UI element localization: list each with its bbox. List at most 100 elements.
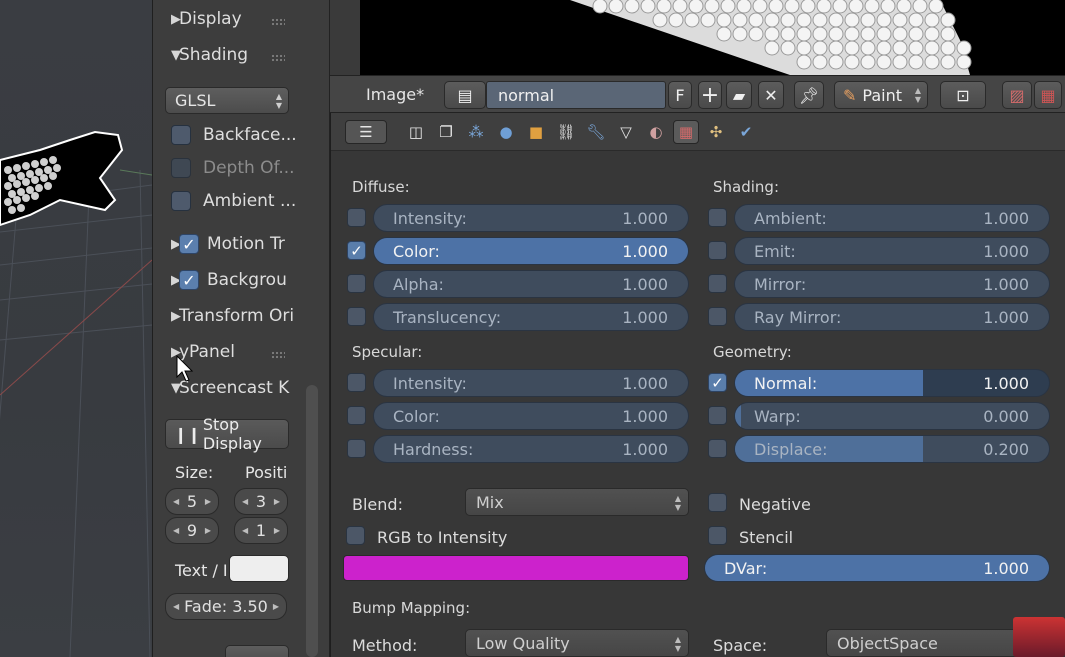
tab-texture[interactable]: ▦ [673, 120, 699, 144]
position-x-spinner[interactable]: ◀ 3 ▶ [234, 488, 288, 515]
rgb-to-intensity-checkbox[interactable] [346, 526, 365, 545]
tab-data[interactable]: ▽ [613, 120, 639, 144]
backface-option[interactable]: Backface... [153, 120, 329, 150]
increment-arrow-icon[interactable]: ▶ [205, 497, 211, 506]
blend-mode-dropdown[interactable]: Mix ▲ ▼ [465, 488, 689, 516]
fade-spinner[interactable]: ◀ Fade: 3.50 ▶ [165, 593, 287, 620]
add-texture-button[interactable]: + [698, 81, 722, 109]
pivot-icon: ⊡ [956, 85, 970, 105]
shading-3-checkbox[interactable] [708, 307, 727, 326]
text-color-swatch[interactable] [229, 555, 289, 582]
decrement-arrow-icon[interactable]: ◀ [242, 497, 248, 506]
tab-render[interactable]: ◫ [403, 120, 429, 144]
diffuse-slider[interactable]: Translucency: 1.000 [373, 303, 689, 331]
text-color-label: Text / I [175, 561, 228, 580]
depth-of-field-option[interactable]: Depth Of... [153, 153, 329, 183]
diffuse-slider[interactable]: Intensity: 1.000 [373, 204, 689, 232]
paint-mode-dropdown[interactable]: ✎ Paint ▲ ▼ [834, 81, 928, 109]
geometry-1-checkbox[interactable] [708, 406, 727, 425]
decrement-arrow-icon[interactable]: ◀ [173, 526, 179, 535]
increment-arrow-icon[interactable]: ▶ [274, 497, 280, 506]
diffuse-0-checkbox[interactable] [347, 208, 366, 227]
alpha-channel-button[interactable]: ▦ [1034, 81, 1062, 109]
decrement-arrow-icon[interactable]: ◀ [173, 497, 179, 506]
shading-slider[interactable]: Emit: 1.000 [734, 237, 1050, 265]
open-folder-button[interactable]: ▰ [726, 81, 752, 109]
specular-slider[interactable]: Intensity: 1.000 [373, 369, 689, 397]
dvar-slider[interactable]: DVar: 1.000 [704, 554, 1050, 582]
panel-motion-trail[interactable]: ▶ ✓ Motion Tr [153, 229, 329, 259]
3d-viewport[interactable] [0, 0, 152, 657]
geometry-slider[interactable]: Normal: 1.000 [734, 369, 1050, 397]
diffuse-3-checkbox[interactable] [347, 307, 366, 326]
fake-user-button[interactable]: F [668, 81, 692, 109]
texture-name-field[interactable]: normal [486, 81, 666, 109]
tab-particles[interactable]: ✣ [703, 120, 729, 144]
increment-arrow-icon[interactable]: ▶ [273, 602, 279, 611]
pivot-dropdown[interactable]: ⊡ [940, 81, 986, 109]
diffuse-slider[interactable]: Color: 1.000 [373, 237, 689, 265]
tab-object[interactable]: ■ [523, 120, 549, 144]
tab-modifiers[interactable]: 🔧︎ [583, 120, 609, 144]
shading-slider[interactable]: Ray Mirror: 1.000 [734, 303, 1050, 331]
decrement-arrow-icon[interactable]: ◀ [173, 602, 179, 611]
slider-value: 1.000 [622, 374, 668, 393]
stop-display-button[interactable]: ❙❙ Stop Display [165, 415, 289, 453]
bump-method-dropdown[interactable]: Low Quality ▲ ▼ [465, 629, 689, 657]
tab-material[interactable]: ◐ [643, 120, 669, 144]
backface-checkbox[interactable] [171, 125, 191, 145]
size-x-spinner[interactable]: ◀ 5 ▶ [165, 488, 219, 515]
shading-slider[interactable]: Mirror: 1.000 [734, 270, 1050, 298]
editor-type-button[interactable]: ☰ [345, 120, 387, 144]
shading-2-checkbox[interactable] [708, 274, 727, 293]
specular-1-checkbox[interactable] [347, 406, 366, 425]
specular-slider[interactable]: Color: 1.000 [373, 402, 689, 430]
mode-dropdown[interactable] [225, 645, 289, 657]
shading-mode-dropdown[interactable]: GLSL ▲ ▼ [165, 87, 289, 114]
unlink-texture-button[interactable]: ✕ [758, 81, 784, 109]
specular-0-checkbox[interactable] [347, 373, 366, 392]
panel-display[interactable]: ▶ Display [153, 4, 329, 34]
texture-browse-button[interactable]: ▤ [444, 81, 486, 109]
increment-arrow-icon[interactable]: ▶ [205, 526, 211, 535]
decrement-arrow-icon[interactable]: ◀ [242, 526, 248, 535]
blend-color-swatch[interactable] [343, 555, 689, 581]
increment-arrow-icon[interactable]: ▶ [274, 526, 280, 535]
panel-background-images[interactable]: ▶ ✓ Backgrou [153, 265, 329, 295]
drag-grip-icon[interactable] [271, 351, 285, 359]
tab-render-layers[interactable]: ❐ [433, 120, 459, 144]
shading-0-checkbox[interactable] [708, 208, 727, 227]
position-y-spinner[interactable]: ◀ 1 ▶ [234, 517, 288, 544]
specular-2-checkbox[interactable] [347, 439, 366, 458]
panel-transform-orientations[interactable]: ▶ Transform Ori [153, 301, 329, 331]
panel-shading[interactable]: ▼ Shading [153, 40, 329, 70]
ambient-occlusion-checkbox[interactable] [171, 191, 191, 211]
size-y-spinner[interactable]: ◀ 9 ▶ [165, 517, 219, 544]
tab-physics[interactable]: ✔︎ [733, 120, 759, 144]
diffuse-slider[interactable]: Alpha: 1.000 [373, 270, 689, 298]
geometry-slider[interactable]: Warp: 0.000 [734, 402, 1050, 430]
specular-slider[interactable]: Hardness: 1.000 [373, 435, 689, 463]
draw-channels-button[interactable]: ▨ [1002, 81, 1032, 109]
tab-scene[interactable]: ⁂ [463, 120, 489, 144]
diffuse-1-checkbox[interactable]: ✓ [347, 241, 366, 260]
ambient-occlusion-option[interactable]: Ambient ... [153, 186, 329, 216]
depth-of-field-checkbox[interactable] [171, 158, 191, 178]
tab-world[interactable]: ● [493, 120, 519, 144]
tab-constraints[interactable]: ⛓︎ [553, 120, 579, 144]
geometry-0-checkbox[interactable]: ✓ [708, 373, 727, 392]
background-images-checkbox[interactable]: ✓ [179, 270, 199, 290]
drag-grip-icon[interactable] [271, 54, 285, 62]
pin-button[interactable]: 📌︎ [794, 81, 824, 109]
diffuse-2-checkbox[interactable] [347, 274, 366, 293]
tool-shelf-scrollbar[interactable] [306, 385, 318, 657]
drag-grip-icon[interactable] [271, 18, 285, 26]
geometry-slider[interactable]: Displace: 0.200 [734, 435, 1050, 463]
motion-trail-checkbox[interactable]: ✓ [179, 234, 199, 254]
stencil-checkbox[interactable] [708, 526, 727, 545]
shading-1-checkbox[interactable] [708, 241, 727, 260]
negative-checkbox[interactable] [708, 493, 727, 512]
geometry-2-checkbox[interactable] [708, 439, 727, 458]
shading-slider[interactable]: Ambient: 1.000 [734, 204, 1050, 232]
image-editor-canvas[interactable] [330, 0, 1065, 75]
